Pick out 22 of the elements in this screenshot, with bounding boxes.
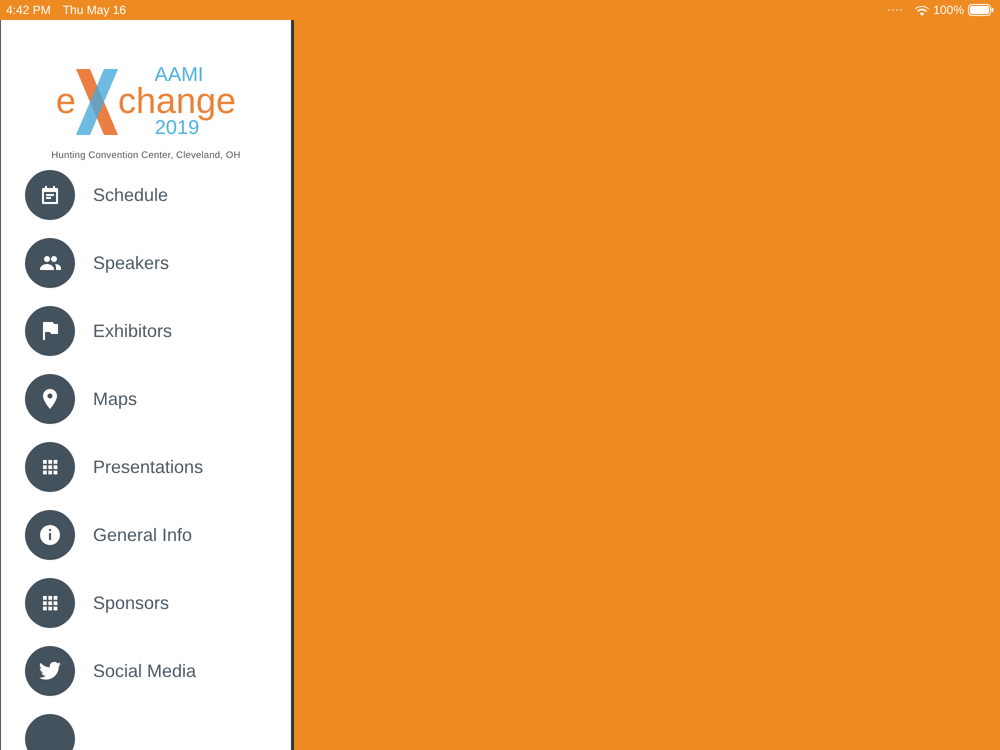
wifi-icon: [915, 4, 930, 16]
menu-item[interactable]: Maps: [1, 365, 291, 433]
menu-item[interactable]: General Info: [1, 501, 291, 569]
menu-icon-circle: [25, 714, 75, 750]
logo-aami: AAMI: [154, 65, 204, 85]
logo-year: 2019: [154, 118, 200, 138]
logo-e: e: [56, 83, 76, 119]
battery-icon: [968, 4, 994, 16]
signal-dots-icon: [887, 8, 904, 12]
logo-x-drawing: [76, 69, 118, 135]
menu-item[interactable]: Schedule: [1, 161, 291, 229]
logo-change: change: [118, 83, 236, 119]
venue-text: Hunting Convention Center, Cleveland, OH: [51, 150, 241, 161]
menu-item[interactable]: Social Media: [1, 637, 291, 705]
status-date: Thu May 16: [62, 3, 126, 17]
status-time: 4:42 PM: [6, 3, 51, 17]
info-icon: [38, 523, 62, 547]
menu-item[interactable]: Exhibitors: [1, 297, 291, 365]
menu-item[interactable]: Presentations: [1, 433, 291, 501]
menu-item[interactable]: Sponsors: [1, 569, 291, 637]
menu-item[interactable]: Speakers: [1, 229, 291, 297]
battery-percent: 100%: [933, 3, 964, 17]
